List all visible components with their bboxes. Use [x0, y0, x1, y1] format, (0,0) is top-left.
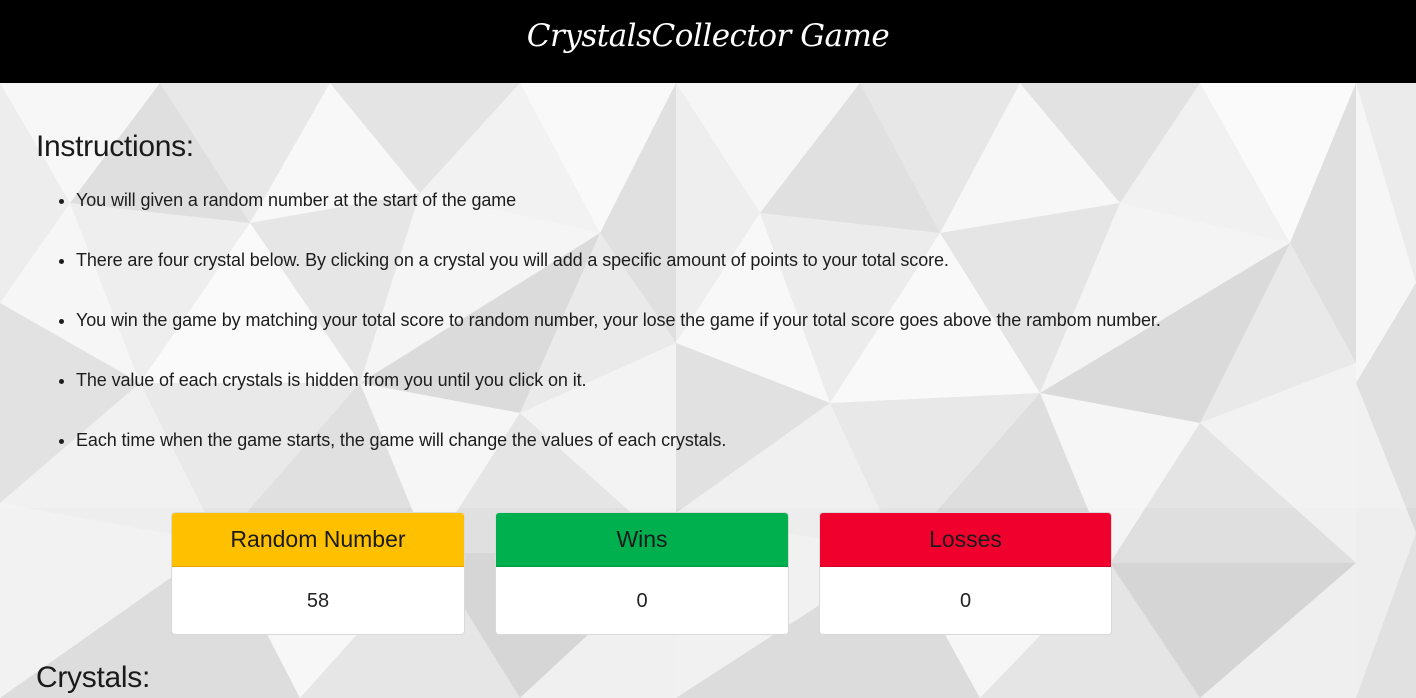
wins-label: Wins	[496, 513, 788, 567]
instruction-item: Each time when the game starts, the game…	[76, 430, 1376, 450]
header-bar: CrystalsCollector Game	[0, 0, 1416, 83]
crystals-heading: Crystals:	[36, 661, 150, 694]
page-title: CrystalsCollector Game	[526, 17, 890, 54]
instruction-item: There are four crystal below. By clickin…	[76, 250, 1376, 270]
instruction-item: You win the game by matching your total …	[76, 310, 1376, 330]
wins-card: Wins 0	[495, 512, 789, 635]
random-number-card: Random Number 58	[171, 512, 465, 635]
instruction-item: The value of each crystals is hidden fro…	[76, 370, 1376, 390]
instructions-section: Instructions: You will given a random nu…	[36, 130, 1376, 490]
instructions-list: You will given a random number at the st…	[36, 190, 1376, 450]
random-number-label: Random Number	[172, 513, 464, 567]
losses-label: Losses	[820, 513, 1111, 567]
wins-value: 0	[636, 589, 648, 612]
losses-card: Losses 0	[819, 512, 1112, 635]
random-number-value: 58	[306, 589, 330, 612]
instruction-item: You will given a random number at the st…	[76, 190, 1376, 210]
instructions-heading: Instructions:	[36, 130, 194, 163]
losses-value: 0	[959, 589, 972, 612]
